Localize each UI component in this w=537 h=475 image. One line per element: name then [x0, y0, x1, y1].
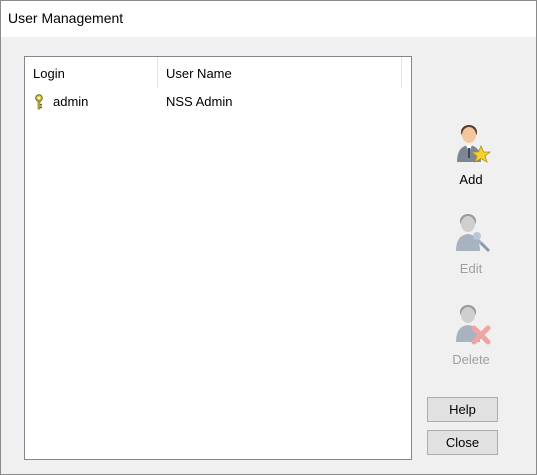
delete-label: Delete [452, 352, 490, 367]
column-header-login[interactable]: Login [25, 57, 158, 88]
users-list[interactable]: Login User Name admin NSS Admin [24, 56, 412, 460]
help-button[interactable]: Help [427, 397, 498, 422]
table-row[interactable]: admin NSS Admin [25, 92, 409, 112]
users-list-header: Login User Name [25, 57, 411, 88]
close-button[interactable]: Close [427, 430, 498, 455]
key-icon [35, 94, 43, 110]
title-bar: User Management [1, 1, 536, 37]
column-header-user-name[interactable]: User Name [158, 57, 402, 88]
user-delete-icon [456, 305, 491, 345]
delete-user-button[interactable]: Delete [441, 302, 501, 367]
user-add-icon [457, 125, 491, 163]
window-title: User Management [8, 10, 124, 26]
edit-label: Edit [459, 261, 483, 276]
user-edit-icon [456, 214, 491, 253]
add-user-button[interactable]: Add [441, 122, 501, 187]
add-label: Add [459, 172, 483, 187]
user-management-dialog: User Management Login User Name admin NS… [0, 0, 537, 475]
edit-user-button[interactable]: Edit [441, 211, 501, 276]
cell-login: admin [53, 94, 89, 109]
cell-user-name: NSS Admin [166, 94, 233, 109]
